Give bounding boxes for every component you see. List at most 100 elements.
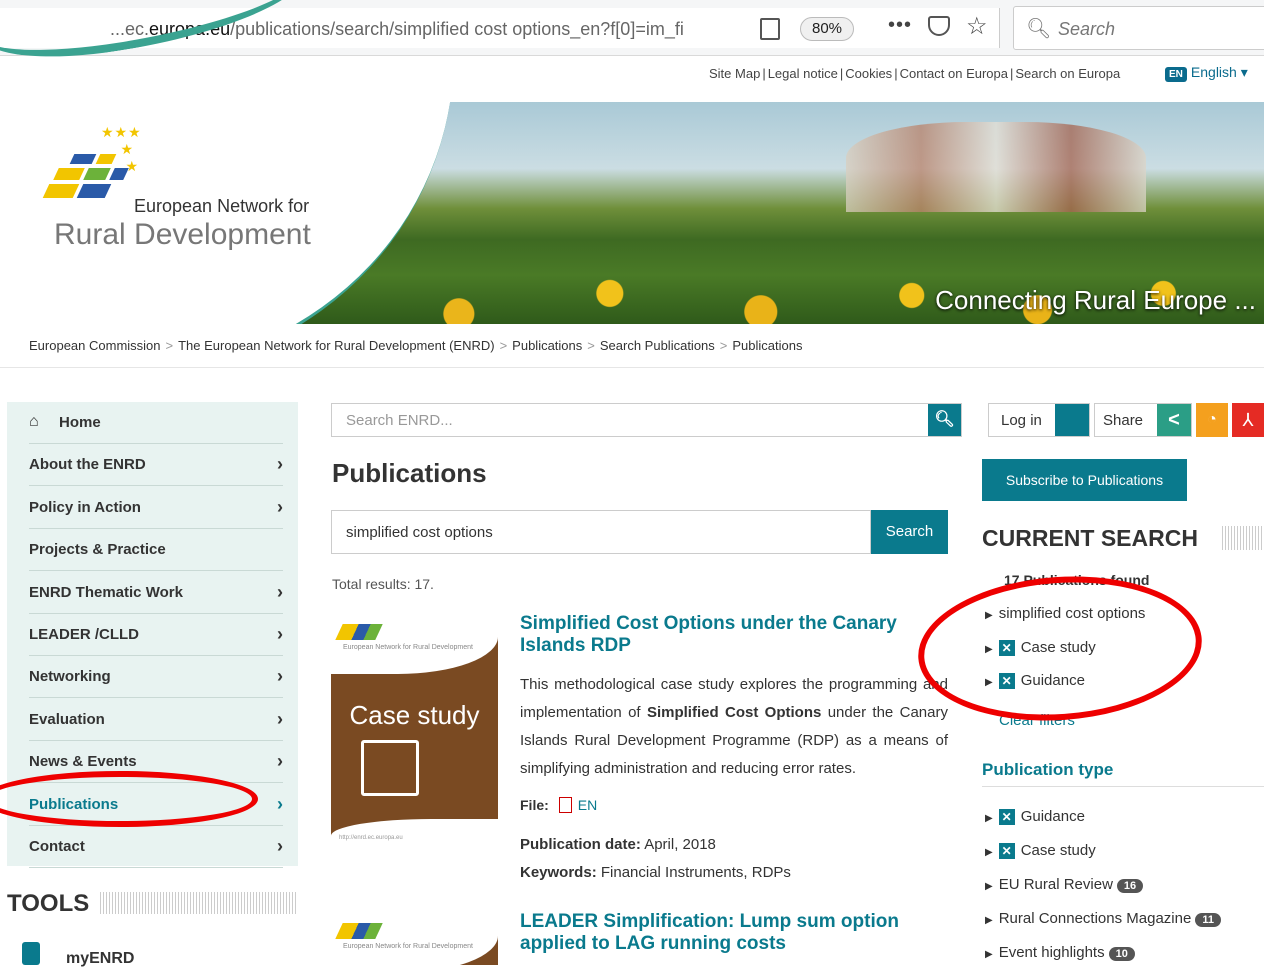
triangle-right-icon: ▶ (985, 813, 993, 824)
browser-search-placeholder: Search (1058, 19, 1116, 39)
subscribe-button[interactable]: Subscribe to Publications (982, 459, 1187, 501)
filter-label: Event highlights (998, 944, 1105, 961)
sidebar-item-leader-clld[interactable]: LEADER /CLLD › (29, 614, 283, 656)
filter-label: Guidance (1020, 808, 1085, 825)
home-icon: ⌂ (29, 413, 39, 430)
breadcrumb-item[interactable]: Publications (512, 338, 582, 353)
logo-text-line2: Rural Development (54, 218, 311, 251)
publication-type-item[interactable]: ▶ Rural Connections Magazine 11 (985, 910, 1221, 927)
bookmark-star-icon[interactable]: ☆ (966, 12, 988, 41)
breadcrumb-item[interactable]: European Commission (29, 338, 161, 353)
file-link[interactable]: EN (578, 797, 597, 813)
breadcrumb-separator: > (587, 338, 595, 353)
chevron-right-icon: › (277, 496, 283, 517)
heading-pattern (1222, 526, 1264, 550)
sidebar-item-label: Evaluation (29, 710, 105, 728)
chevron-right-icon: › (277, 666, 283, 687)
search-button[interactable]: Search (871, 510, 948, 554)
result-title[interactable]: Simplified Cost Options under the Canary… (520, 613, 940, 657)
publication-type-heading: Publication type (982, 760, 1114, 779)
magnifier-icon: 🔍︎ (934, 411, 955, 428)
cover-url: http://enrd.ec.europa.eu (339, 835, 403, 841)
logo-text-line1: European Network for (134, 196, 310, 216)
publication-type-item[interactable]: ▶ ✕ Guidance (985, 808, 1085, 825)
filter-label: EU Rural Review (998, 876, 1113, 893)
chevron-right-icon: › (277, 624, 283, 644)
sidebar-item-label: Networking (29, 668, 111, 686)
publication-type-item[interactable]: ▶ ✕ Case study (985, 842, 1096, 859)
reader-view-icon[interactable] (760, 18, 780, 40)
site-search-button[interactable]: 🔍︎ (928, 404, 961, 436)
sidebar-item-label: Home (59, 414, 101, 431)
zoom-indicator[interactable]: 80% (800, 17, 854, 41)
language-code: EN (1165, 67, 1187, 82)
result-keywords: Keywords: Financial Instruments, RDPs (520, 864, 791, 881)
result-cover-image[interactable]: European Network for Rural Development C… (331, 612, 498, 847)
breadcrumb-separator: > (719, 338, 728, 353)
rss-icon[interactable]: ◔ (1196, 403, 1228, 437)
count-badge: 16 (1116, 879, 1144, 893)
top-link[interactable]: Legal notice (766, 66, 840, 81)
breadcrumb-separator: > (499, 338, 508, 353)
chevron-right-icon: › (277, 454, 283, 475)
remove-filter-icon[interactable]: ✕ (998, 809, 1015, 825)
sidebar-item-about-the-enrd[interactable]: About the ENRD › (29, 444, 283, 487)
result-title[interactable]: LEADER Simplification: Lump sum option a… (520, 911, 940, 955)
login-button[interactable]: Log in (988, 403, 1090, 437)
sidebar-item-home[interactable]: ⌂ Home (29, 402, 283, 444)
cover-title: Case study (349, 700, 480, 730)
triangle-right-icon: ▶ (985, 949, 993, 960)
breadcrumb-item[interactable]: The European Network for Rural Developme… (178, 338, 494, 353)
sidebar-item-enrd-thematic-work[interactable]: ENRD Thematic Work › (29, 572, 283, 614)
myenrd-link[interactable]: myENRD (66, 950, 134, 968)
sidebar-item-policy-in-action[interactable]: Policy in Action › (29, 487, 283, 529)
sidebar-item-evaluation[interactable]: Evaluation › (29, 699, 283, 741)
language-selector[interactable]: EN English ▾ (1165, 64, 1248, 82)
query-input[interactable]: simplified cost options (331, 510, 871, 554)
page-actions-icon[interactable]: ••• (888, 14, 912, 37)
sidebar-item-projects-practice[interactable]: Projects & Practice (29, 529, 283, 572)
result-cover-image[interactable]: European Network for Rural Development (331, 911, 498, 965)
village-image (846, 122, 1146, 212)
publication-type-item[interactable]: ▶ EU Rural Review 16 (985, 876, 1144, 893)
cover-logo-text: European Network for Rural Development (343, 943, 473, 950)
query-value: simplified cost options (346, 524, 493, 541)
sidebar-item-label: Policy in Action (29, 498, 141, 516)
publication-type-item[interactable]: ▶ Event highlights 10 (985, 944, 1135, 961)
site-search-field[interactable]: Search ENRD... 🔍︎ (331, 403, 962, 437)
count-badge: 10 (1108, 947, 1135, 961)
share-icon: < (1157, 404, 1191, 436)
breadcrumb-separator: > (165, 338, 174, 353)
breadcrumb-item[interactable]: Search Publications (600, 338, 715, 353)
chevron-right-icon: › (277, 581, 283, 602)
browser-search-box[interactable]: 🔍︎ Search (1013, 6, 1264, 50)
chevron-right-icon: › (277, 836, 283, 856)
pdf-icon (558, 797, 572, 813)
pdf-export-icon[interactable]: ⅄ (1232, 403, 1264, 437)
top-links: Site Map | Legal notice | Cookies | Contact on… (707, 66, 1122, 81)
top-link[interactable]: Cookies (843, 66, 894, 81)
top-link[interactable]: Contact on Europa (898, 66, 1010, 81)
remove-filter-icon[interactable]: ✕ (998, 843, 1015, 859)
chevron-right-icon: › (277, 708, 283, 729)
sidebar-item-label: About the ENRD (29, 456, 146, 474)
document-magnifier-icon (361, 740, 419, 796)
top-link[interactable]: Site Map (707, 66, 762, 81)
top-link[interactable]: Search on Europa (1013, 66, 1122, 81)
sidebar-item-networking[interactable]: Networking › (29, 656, 283, 699)
sidebar-item-contact[interactable]: Contact › (29, 826, 283, 868)
count-badge: 11 (1195, 913, 1221, 927)
search-icon: 🔍︎ (1026, 18, 1052, 40)
breadcrumb-item[interactable]: Publications (732, 338, 802, 353)
current-search-heading: CURRENT SEARCH (982, 525, 1198, 551)
sidebar-item-label: Projects & Practice (29, 541, 166, 559)
lock-icon (1055, 404, 1089, 436)
lock-icon (22, 942, 40, 965)
header-banner: ★★★ ★ ★ European Network for Rural Devel… (6, 102, 1264, 324)
divider (982, 786, 1264, 787)
share-button[interactable]: Share < (1094, 403, 1192, 437)
cover-logo-icon (335, 624, 383, 640)
banner-tagline: Connecting Rural Europe ... (935, 285, 1256, 315)
tools-heading: TOOLS (7, 890, 90, 917)
site-search-placeholder: Search ENRD... (346, 412, 453, 429)
